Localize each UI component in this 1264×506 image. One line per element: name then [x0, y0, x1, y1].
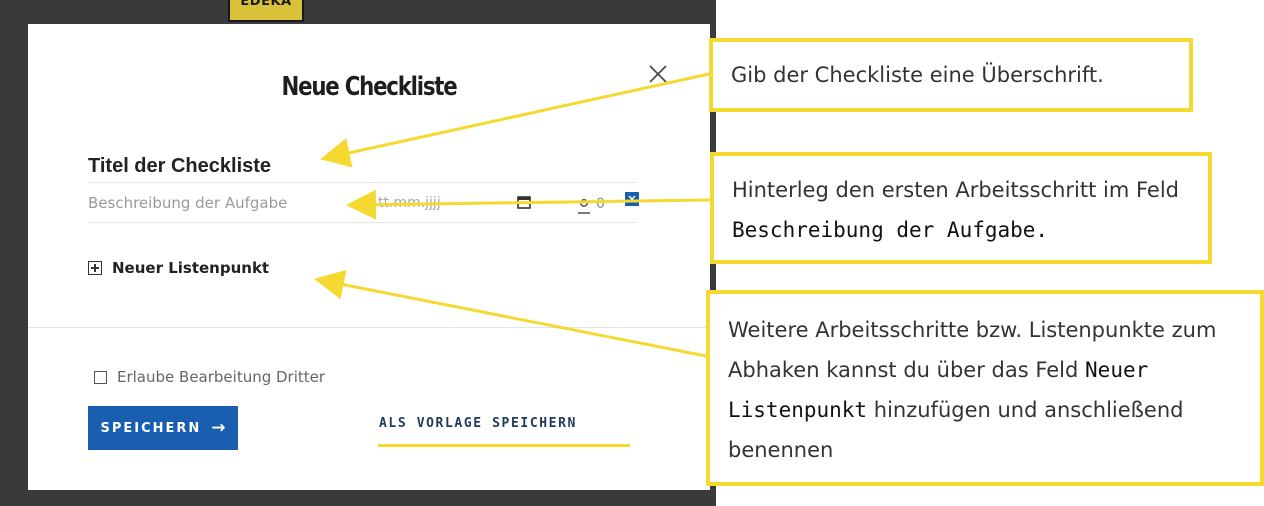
close-button[interactable]: [644, 60, 672, 88]
assignee-count: 0: [596, 196, 605, 212]
allow-third-party-checkbox[interactable]: [94, 370, 107, 384]
callout-description-hint-text: Hinterleg den ersten Arbeitsschritt im F…: [732, 178, 1179, 202]
task-description-input[interactable]: [88, 184, 330, 222]
allow-third-party-toggle[interactable]: Erlaube Bearbeitung Dritter: [94, 368, 325, 386]
callout-title-hint: Gib der Checkliste eine Überschrift.: [709, 38, 1193, 112]
brand-logo-text: EDEKA: [240, 0, 292, 9]
allow-third-party-label: Erlaube Bearbeitung Dritter: [117, 368, 326, 386]
save-button[interactable]: SPEICHERN →: [88, 406, 238, 450]
new-checklist-modal: Neue Checkliste Titel der Checkliste tt.…: [28, 24, 710, 490]
calendar-icon[interactable]: [516, 194, 532, 210]
divider: [28, 327, 710, 328]
plus-square-icon: [88, 261, 102, 275]
brand-logo: EDEKA: [228, 0, 304, 22]
user-icon[interactable]: [576, 198, 592, 214]
task-row: tt.mm.jjjj 0: [88, 184, 639, 223]
modal-title: Neue Checkliste: [281, 72, 458, 102]
callout-description-hint: Hinterleg den ersten Arbeitsschritt im F…: [710, 152, 1212, 264]
task-date-input[interactable]: tt.mm.jjjj: [378, 184, 468, 222]
arrow-right-icon: →: [211, 417, 226, 438]
callout-list-hint: Weitere Arbeitsschritte bzw. Listenpunkt…: [706, 290, 1264, 486]
save-button-label: SPEICHERN: [100, 420, 202, 436]
save-as-template-button[interactable]: ALS VORLAGE SPEICHERN: [379, 416, 577, 431]
close-badge-icon[interactable]: [625, 192, 639, 206]
add-list-item-label: Neuer Listenpunkt: [112, 259, 270, 277]
add-list-item-button[interactable]: Neuer Listenpunkt: [88, 256, 269, 280]
close-icon: [649, 65, 667, 83]
checklist-title-field[interactable]: Titel der Checkliste: [88, 150, 636, 183]
callout-title-hint-text: Gib der Checkliste eine Überschrift.: [731, 63, 1104, 87]
template-highlight-underline: [378, 444, 630, 447]
callout-description-hint-emphasis: Beschreibung der Aufgabe.: [732, 218, 1049, 242]
